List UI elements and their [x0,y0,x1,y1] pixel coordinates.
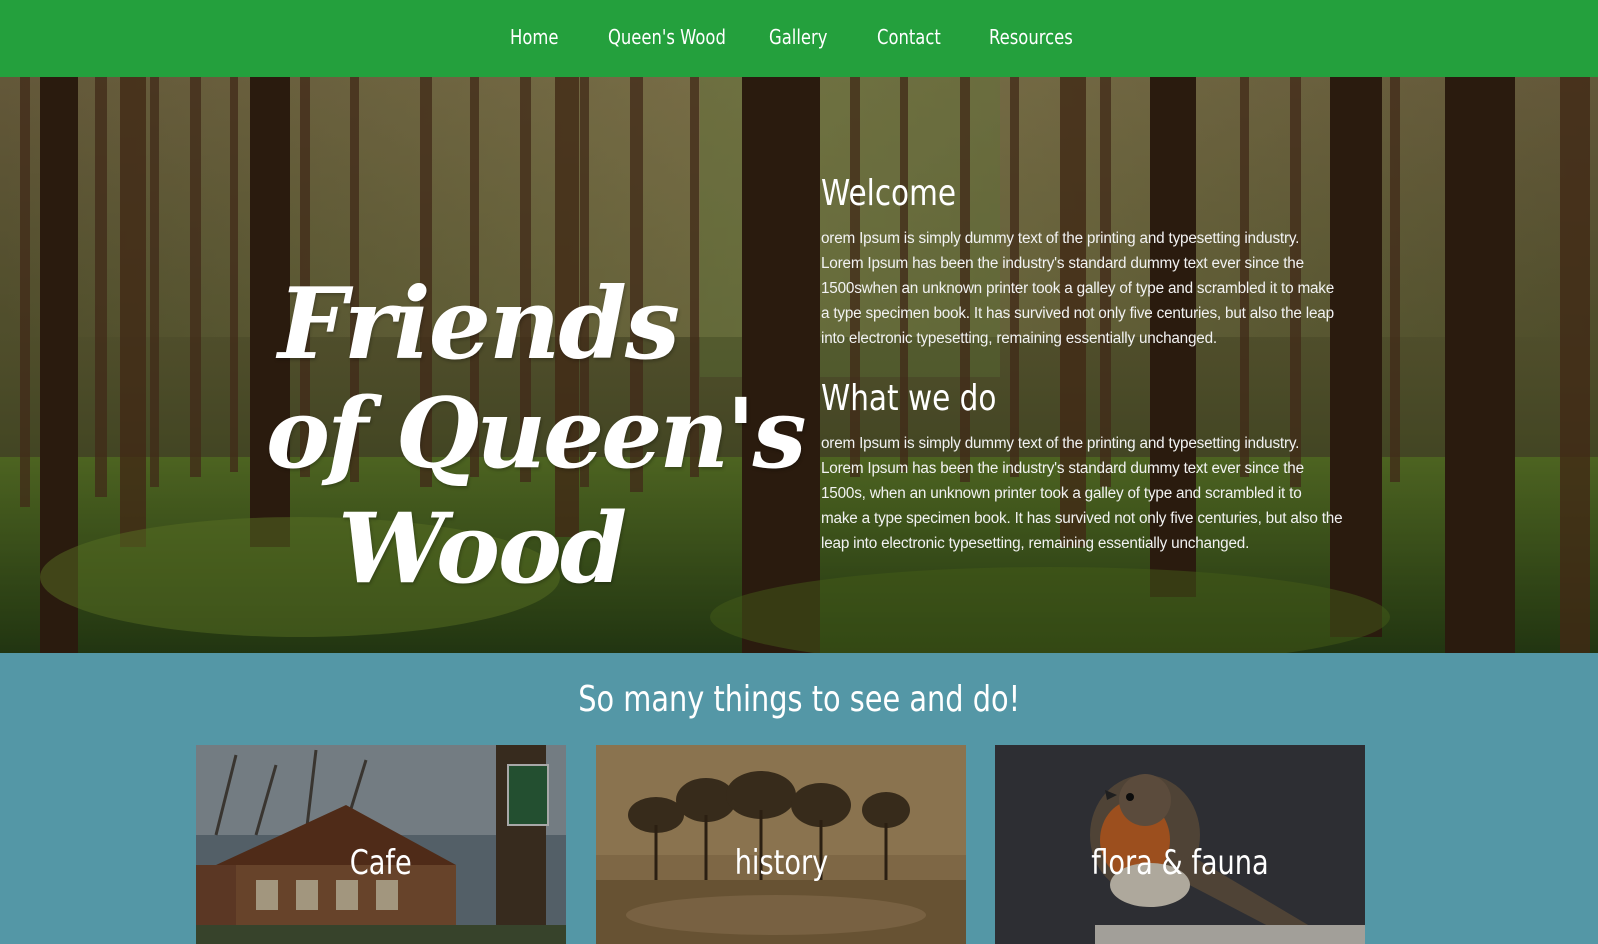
welcome-text-line: into electronic typesetting, remaining e… [821,330,1217,347]
things-to-do-section: So many things to see and do! Cafe histo… [0,653,1598,944]
top-navigation: Home Queen's Wood Gallery Contact Resour… [0,0,1598,77]
welcome-text-line: 1500swhen an unknown printer took a gall… [821,280,1335,297]
welcome-heading: Welcome [821,173,957,214]
card-label: Cafe [350,843,412,883]
hero-overlay [0,77,1598,653]
nav-gallery[interactable]: Gallery [769,22,827,52]
section-title: So many things to see and do! [578,679,1020,720]
card-label: history [734,843,828,883]
logo-line-1: Friends [278,267,680,382]
site-logo[interactable]: Friends of Queen's Wood [266,267,807,627]
what-we-do-text-line: make a type specimen book. It has surviv… [821,510,1343,527]
welcome-text-line: a type specimen book. It has survived no… [821,305,1334,322]
what-we-do-text-line: orem Ipsum is simply dummy text of the p… [821,435,1300,452]
nav-queens-wood[interactable]: Queen's Wood [608,22,726,52]
nav-home[interactable]: Home [510,22,558,52]
card-label: flora & fauna [1091,843,1269,883]
welcome-text: orem Ipsum is simply dummy text of the p… [821,226,1366,351]
what-we-do-block: What we do orem Ipsum is simply dummy te… [821,377,1366,556]
card-cafe[interactable]: Cafe [196,745,566,944]
card-history[interactable]: history [596,745,966,944]
nav-resources[interactable]: Resources [989,22,1073,52]
welcome-block: Welcome orem Ipsum is simply dummy text … [821,172,1366,351]
what-we-do-text-line: leap into electronic typesetting, remain… [821,535,1250,552]
hero-section: Friends of Queen's Wood Welcome orem Ips… [0,77,1598,653]
what-we-do-text: orem Ipsum is simply dummy text of the p… [821,431,1366,556]
welcome-text-line: orem Ipsum is simply dummy text of the p… [821,230,1300,247]
logo-line-2: of Queen's [266,377,807,490]
what-we-do-text-line: Lorem Ipsum has been the industry's stan… [821,460,1304,477]
nav-contact[interactable]: Contact [877,22,941,52]
what-we-do-heading: What we do [821,378,997,419]
welcome-text-line: Lorem Ipsum has been the industry's stan… [821,255,1304,272]
card-flora-fauna[interactable]: flora & fauna [995,745,1365,944]
logo-line-3: Wood [338,492,627,605]
what-we-do-text-line: 1500s, when an unknown printer took a ga… [821,485,1302,502]
